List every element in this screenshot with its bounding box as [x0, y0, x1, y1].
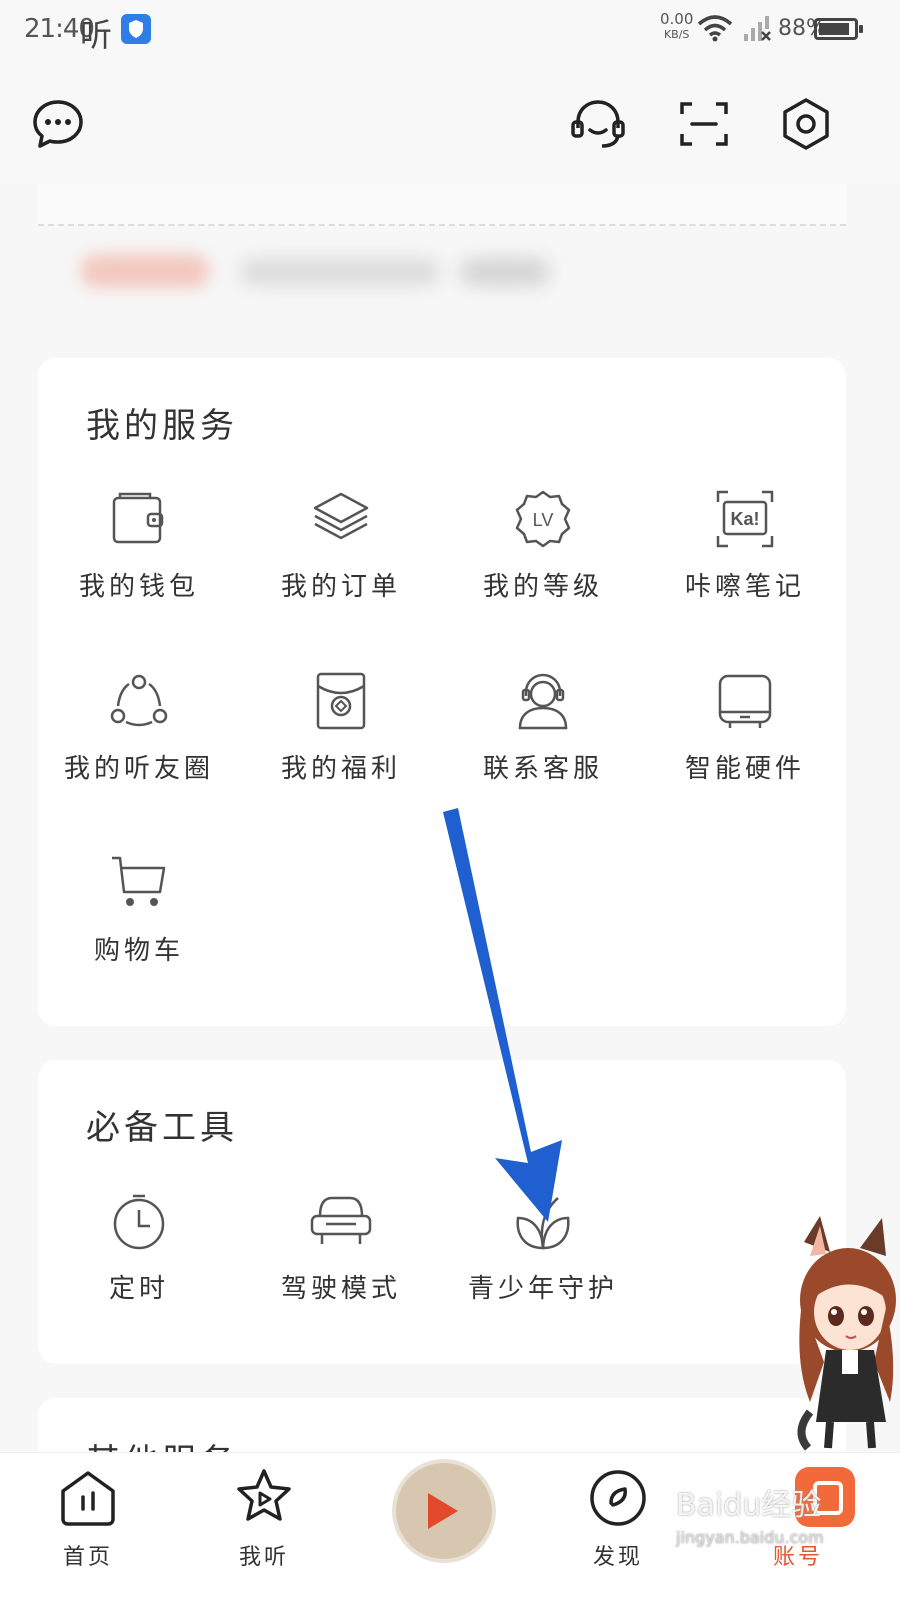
- play-icon: [428, 1493, 458, 1529]
- service-label: 我的福利: [280, 754, 401, 784]
- network-speed-value: 0.00: [660, 10, 694, 28]
- service-label: 我的订单: [280, 572, 401, 602]
- service-orders[interactable]: 我的订单: [240, 488, 442, 603]
- service-welfare[interactable]: 我的福利: [240, 670, 442, 785]
- shield-icon: [121, 14, 151, 44]
- network-speed: 0.00 KB/S: [660, 12, 693, 42]
- svg-text:Ka!: Ka!: [730, 509, 759, 529]
- level-icon: LV: [512, 488, 574, 550]
- friends-circle-icon: [108, 670, 170, 732]
- status-bar: 21:40 听 0.00 KB/S 88%: [0, 0, 900, 64]
- tab-label: 我听: [238, 1545, 289, 1570]
- my-services-card: 我的服务 我的钱包 我的订单 LV 我的等级 Ka! 咔嚓笔记 我的听友圈 我的…: [38, 358, 846, 1026]
- bottom-tab-bar: 首页 我听 发现 账号: [0, 1452, 900, 1601]
- service-label: 联系客服: [482, 754, 603, 784]
- tab-my-listen[interactable]: 我听: [204, 1467, 324, 1571]
- svg-text:LV: LV: [533, 510, 554, 530]
- blurred-badge: [80, 254, 210, 288]
- home-icon: [57, 1467, 119, 1529]
- wifi-icon: [697, 14, 733, 46]
- service-label: 我的等级: [482, 572, 603, 602]
- top-bar: [0, 64, 900, 184]
- watermark-url: jingyan.baidu.com: [676, 1528, 824, 1547]
- watermark: Baidu经验: [676, 1488, 822, 1523]
- wallet-icon: [108, 488, 170, 550]
- service-smart-hardware[interactable]: 智能硬件: [644, 670, 846, 785]
- tool-label: 定时: [108, 1274, 169, 1304]
- tool-label: 驾驶模式: [280, 1274, 401, 1304]
- tool-timer[interactable]: 定时: [38, 1190, 240, 1305]
- network-speed-unit: KB/S: [663, 28, 690, 41]
- tab-label: 发现: [592, 1545, 643, 1570]
- discover-icon: [587, 1467, 649, 1529]
- tab-discover[interactable]: 发现: [558, 1467, 678, 1571]
- car-icon: [310, 1190, 372, 1252]
- service-ka-notes[interactable]: Ka! 咔嚓笔记: [644, 488, 846, 603]
- tool-driving-mode[interactable]: 驾驶模式: [240, 1190, 442, 1305]
- service-cart[interactable]: 购物车: [38, 852, 240, 967]
- service-label: 咔嚓笔记: [684, 572, 805, 602]
- service-label: 我的听友圈: [63, 754, 214, 784]
- status-app-badge: 听: [80, 16, 113, 54]
- mascot-character[interactable]: [790, 1212, 900, 1452]
- service-customer-service[interactable]: 联系客服: [442, 670, 644, 785]
- service-label: 我的钱包: [78, 572, 199, 602]
- service-friends-circle[interactable]: 我的听友圈: [38, 670, 240, 785]
- service-label: 购物车: [93, 936, 184, 966]
- service-label: 智能硬件: [684, 754, 805, 784]
- tool-youth-protection[interactable]: 青少年守护: [442, 1190, 644, 1305]
- blurred-text: [460, 258, 550, 286]
- leaf-icon: [512, 1190, 574, 1252]
- orders-icon: [310, 488, 372, 550]
- divider: [38, 184, 846, 226]
- my-listen-icon: [233, 1467, 295, 1529]
- tools-card: 必备工具 定时 驾驶模式 青少年守护: [38, 1060, 846, 1364]
- service-level[interactable]: LV 我的等级: [442, 488, 644, 603]
- tool-label: 青少年守护: [467, 1274, 618, 1304]
- blurred-profile-area: [0, 184, 900, 344]
- settings-icon[interactable]: [778, 96, 834, 152]
- now-playing-disc[interactable]: [392, 1459, 496, 1563]
- customer-service-icon[interactable]: [570, 96, 632, 152]
- ka-notes-icon: Ka!: [714, 488, 776, 550]
- battery-icon: [814, 18, 863, 40]
- message-icon[interactable]: [30, 96, 86, 152]
- section-title: 必备工具: [86, 1108, 238, 1148]
- signal-icon: [743, 14, 773, 46]
- timer-icon: [108, 1190, 170, 1252]
- smart-hardware-icon: [714, 670, 776, 732]
- service-wallet[interactable]: 我的钱包: [38, 488, 240, 603]
- section-title: 我的服务: [86, 406, 238, 446]
- welfare-icon: [310, 670, 372, 732]
- tab-home[interactable]: 首页: [28, 1467, 148, 1571]
- tab-label: 首页: [62, 1545, 113, 1570]
- scan-icon[interactable]: [676, 96, 732, 152]
- cart-icon: [108, 852, 170, 914]
- customer-service-icon: [512, 670, 574, 732]
- blurred-text: [240, 258, 440, 286]
